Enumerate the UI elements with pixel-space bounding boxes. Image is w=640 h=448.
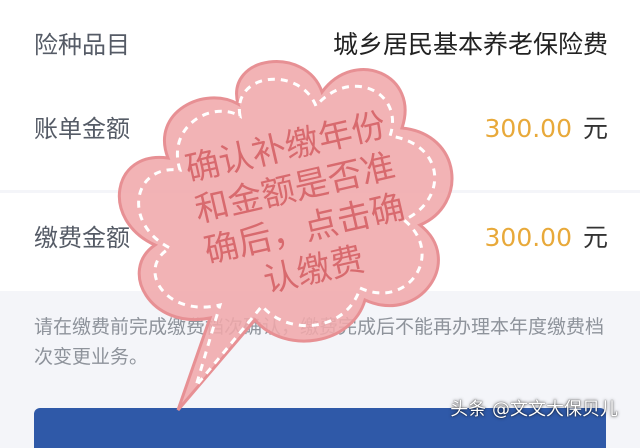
payment-notice: 请在缴费前完成缴费档次确认，缴费完成后不能再办理本年度缴费档次变更业务。 (34, 316, 605, 368)
bill-amount-value: 300.00 (484, 114, 572, 143)
payment-amount-value[interactable]: 300.00 (485, 223, 572, 253)
payment-amount-row: 缴费金额 300.00 元 (0, 211, 640, 271)
insurance-type-label: 险种品目 (34, 31, 130, 59)
source-watermark: 头条 @文文大保贝儿 (450, 399, 618, 420)
bill-amount-unit: 元 (582, 114, 608, 143)
insurance-type-value: 城乡居民基本养老保险费 (332, 30, 608, 59)
payment-amount-card: 缴费金额 300.00 元 (0, 193, 640, 291)
bill-amount-row: 账单金额 300.00 元 (0, 102, 640, 162)
bill-amount-label: 账单金额 (34, 115, 130, 143)
payment-amount-unit: 元 (582, 223, 608, 252)
payment-amount-label: 缴费金额 (34, 224, 130, 252)
bill-info-card: 险种品目 城乡居民基本养老保险费 账单金额 300.00 元 (0, 0, 640, 190)
insurance-type-row: 险种品目 城乡居民基本养老保险费 (0, 18, 640, 78)
